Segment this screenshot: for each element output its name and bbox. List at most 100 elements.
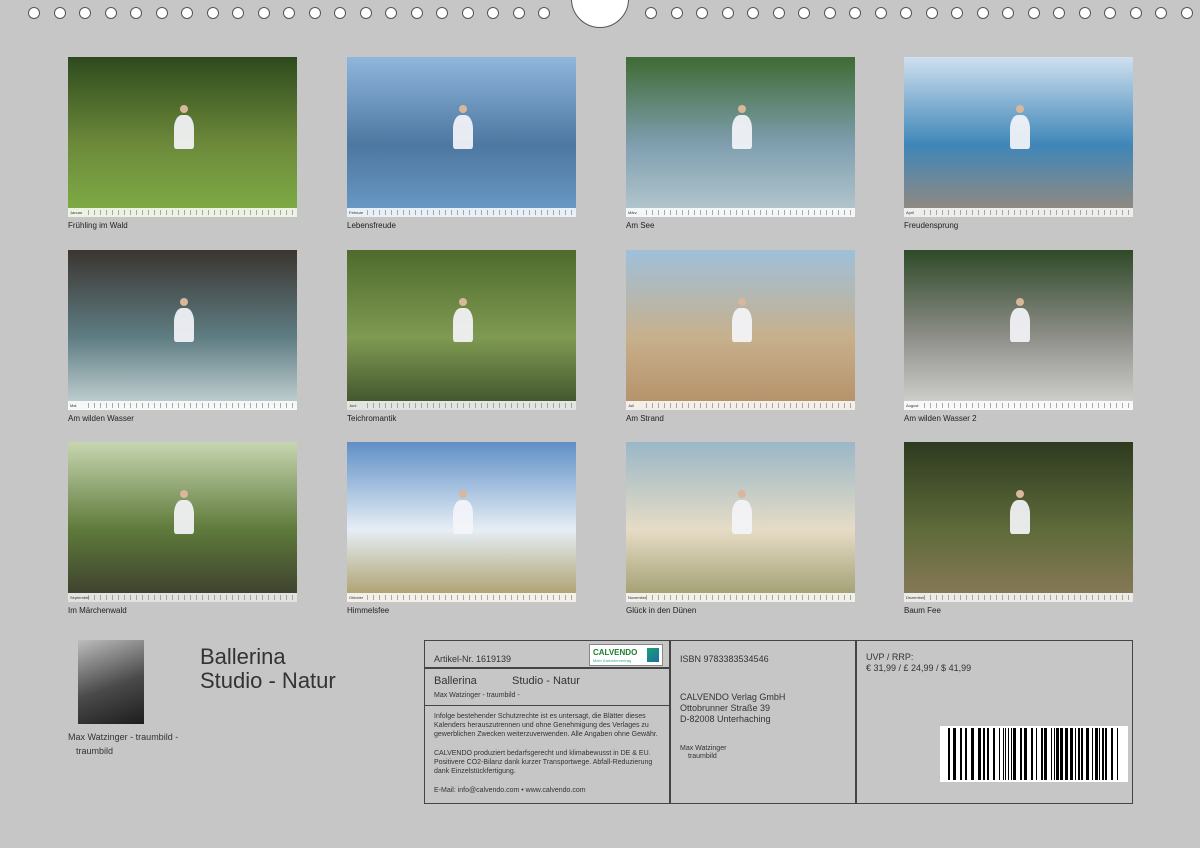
- barcode-bar: [953, 728, 956, 780]
- month-caption: Teichromantik: [347, 414, 397, 423]
- barcode-bar: [1041, 728, 1043, 780]
- barcode-bar: [960, 728, 962, 780]
- calendar-strip: September: [68, 593, 297, 602]
- ballerina-figure: [452, 105, 474, 157]
- month-name: August: [906, 403, 919, 408]
- ballerina-figure: [1009, 105, 1031, 157]
- legal-notice: Infolge bestehender Schutzrechte ist es …: [434, 713, 658, 738]
- box-title-right: Studio - Natur: [512, 675, 580, 687]
- barcode-bar: [1020, 728, 1022, 780]
- ballerina-figure: [173, 490, 195, 542]
- barcode-bar: [978, 728, 981, 780]
- barcode-bar: [1075, 728, 1076, 780]
- barcode-bar: [971, 728, 974, 780]
- day-grid: [367, 403, 574, 408]
- month-tile: März Am See: [626, 57, 855, 230]
- calendar-title: Ballerina Studio - Natur: [200, 645, 336, 693]
- month-name: Juni: [349, 403, 357, 408]
- barcode: [940, 726, 1128, 782]
- binding-ring: [308, 7, 321, 19]
- barcode-bar: [1051, 728, 1052, 780]
- barcode-bar: [1070, 728, 1073, 780]
- author-name-line2: traumbild: [76, 746, 114, 756]
- publisher-name: CALVENDO Verlag GmbH: [680, 692, 786, 702]
- barcode-bar: [1011, 728, 1012, 780]
- month-photo: September: [68, 442, 297, 602]
- barcode-bar: [1081, 728, 1083, 780]
- box-author: Max Watzinger - traumbild -: [434, 692, 520, 699]
- binding-ring: [951, 7, 963, 19]
- binding-ring: [104, 7, 117, 19]
- month-photo: Januar: [68, 57, 297, 217]
- calendar-strip: April: [904, 208, 1133, 217]
- article-number: Artikel-Nr. 1619139: [434, 654, 512, 664]
- month-photo: Juli: [626, 250, 855, 410]
- month-tile: Oktober Himmelsfee: [347, 442, 576, 615]
- binding-ring: [849, 7, 861, 19]
- barcode-bar: [1013, 728, 1016, 780]
- month-name: Juli: [628, 403, 635, 408]
- day-grid: [924, 595, 1131, 600]
- box-author-label: traumbild: [688, 753, 717, 760]
- month-tile: Juli Am Strand: [626, 250, 855, 423]
- month-name: Februar: [349, 210, 364, 215]
- binding-ring: [538, 7, 550, 19]
- ballerina-figure: [731, 490, 753, 542]
- barcode-bar: [987, 728, 989, 780]
- month-caption: Glück in den Dünen: [626, 606, 697, 615]
- title-line1: Ballerina: [200, 644, 286, 669]
- logo-text: CALVENDO: [593, 648, 638, 657]
- publisher-city: D-82008 Unterhaching: [680, 714, 771, 724]
- calendar-strip: Mai: [68, 401, 297, 410]
- barcode-bar: [1056, 728, 1059, 780]
- barcode-bar: [1003, 728, 1004, 780]
- binding-ring: [487, 7, 499, 19]
- price-values: € 31,99 / £ 24,99 / $ 41,99: [866, 663, 972, 673]
- month-tile: Februar Lebensfreude: [347, 57, 576, 230]
- barcode-bar: [993, 728, 995, 780]
- ballerina-figure: [173, 105, 195, 157]
- binding-ring: [976, 7, 989, 19]
- binding-ring: [874, 7, 887, 19]
- binding-ring: [1104, 7, 1116, 19]
- month-name: April: [906, 210, 915, 215]
- binding-ring: [512, 7, 525, 19]
- barcode-bar: [948, 728, 950, 780]
- day-grid: [88, 595, 295, 600]
- month-tile: September Im Märchenwald: [68, 442, 297, 615]
- barcode-bar: [1060, 728, 1063, 780]
- barcode-bar: [1054, 728, 1055, 780]
- binding-ring: [155, 7, 168, 19]
- binding-ring: [461, 7, 474, 19]
- month-photo: Februar: [347, 57, 576, 217]
- month-tile: Juni Teichromantik: [347, 250, 576, 423]
- barcode-bar: [1005, 728, 1006, 780]
- author-portrait: [78, 640, 144, 724]
- month-caption: Baum Fee: [904, 606, 941, 615]
- binding-ring: [747, 7, 759, 19]
- month-caption: Frühling im Wald: [68, 221, 128, 230]
- month-caption: Freudensprung: [904, 221, 959, 230]
- barcode-bar: [1036, 728, 1037, 780]
- month-caption: Am Strand: [626, 414, 664, 423]
- month-name: September: [70, 595, 90, 600]
- binding-ring: [181, 7, 193, 19]
- binding-ring: [232, 7, 244, 19]
- ballerina-figure: [173, 298, 195, 350]
- day-grid: [924, 403, 1131, 408]
- month-name: März: [628, 210, 637, 215]
- month-photo: August: [904, 250, 1133, 410]
- binding-ring: [772, 7, 785, 19]
- month-tile: Dezember Baum Fee: [904, 442, 1133, 615]
- eco-notice: CALVENDO produziert bedarfsgerecht und k…: [434, 750, 653, 775]
- day-grid: [88, 403, 295, 408]
- month-tile: April Freudensprung: [904, 57, 1133, 230]
- month-tile: Januar Frühling im Wald: [68, 57, 297, 230]
- binding-ring: [436, 7, 448, 19]
- binding-ring: [670, 7, 683, 19]
- day-grid: [646, 403, 853, 408]
- binding-ring: [925, 7, 938, 19]
- ballerina-figure: [452, 298, 474, 350]
- barcode-bar: [1092, 728, 1093, 780]
- ballerina-figure: [452, 490, 474, 542]
